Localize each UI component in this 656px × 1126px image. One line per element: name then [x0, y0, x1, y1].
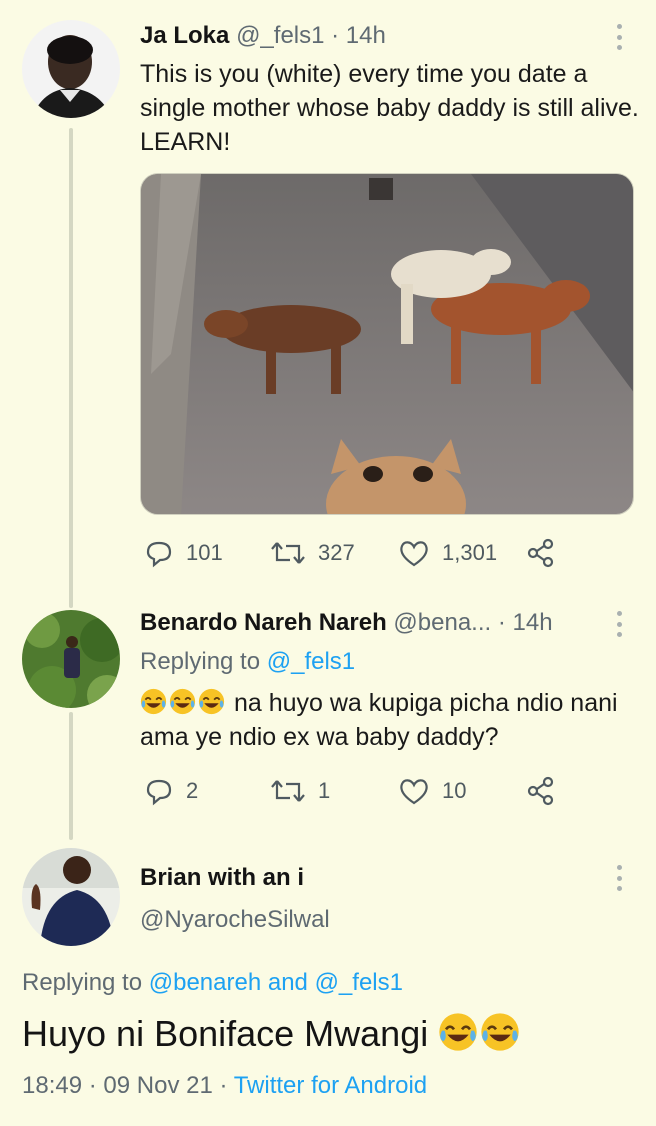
author-handle[interactable]: @NyarocheSilwal — [140, 906, 330, 933]
author-name[interactable]: Brian with an i — [140, 864, 304, 891]
more-icon[interactable] — [614, 865, 624, 891]
share-button[interactable] — [526, 776, 556, 806]
separator: · — [219, 1072, 228, 1099]
reply-button[interactable]: 2 — [144, 776, 198, 806]
avatar[interactable] — [22, 610, 120, 708]
author-handle[interactable]: @bena... — [393, 609, 491, 636]
share-icon — [527, 538, 554, 568]
tears-of-joy-emoji — [198, 688, 225, 715]
thread-line — [69, 128, 73, 608]
timestamp[interactable]: · 14h — [331, 22, 386, 49]
mention-link[interactable]: @benareh and @_fels1 — [149, 969, 403, 996]
avatar[interactable] — [22, 20, 120, 118]
retweet-button[interactable]: 327 — [270, 538, 355, 568]
author-name[interactable]: Ja Loka — [140, 22, 229, 49]
tweet-text: na huyo wa kupiga picha ndio nani ama ye… — [140, 686, 640, 754]
tweet-text: This is you (white) every time you date … — [140, 60, 639, 156]
reply-button[interactable]: 101 — [144, 538, 223, 568]
reply-count: 2 — [186, 778, 199, 803]
tweet-header: @NyarocheSilwal — [140, 906, 330, 934]
mention-link[interactable]: @_fels1 — [267, 648, 355, 675]
tweet-date: 09 Nov 21 — [103, 1072, 213, 1099]
tweet-header: Benardo Nareh Nareh @bena... · 14h — [140, 609, 553, 637]
reply-icon — [146, 541, 172, 568]
tweet-meta: 18:49 · 09 Nov 21 · Twitter for Android — [22, 1072, 427, 1100]
tweet-header: Ja Loka @_fels1 · 14h — [140, 22, 386, 50]
author-handle[interactable]: @_fels1 — [236, 22, 324, 49]
retweet-count: 1 — [318, 778, 331, 803]
tears-of-joy-emoji — [439, 1013, 477, 1051]
like-button[interactable]: 1,301 — [398, 538, 497, 568]
timestamp[interactable]: · 14h — [498, 609, 553, 636]
like-icon — [400, 541, 428, 567]
tweet-time: 18:49 — [22, 1072, 83, 1099]
thread-line — [69, 712, 73, 840]
tears-of-joy-emoji — [140, 688, 167, 715]
avatar[interactable] — [22, 848, 120, 946]
like-count: 10 — [442, 778, 467, 803]
replying-to: Replying to @_fels1 — [140, 648, 355, 676]
tears-of-joy-emoji — [169, 688, 196, 715]
replying-prefix: Replying to — [22, 969, 143, 996]
author-name[interactable]: Benardo Nareh Nareh — [140, 609, 387, 636]
tweet-body: Huyo ni Boniface Mwangi — [22, 1013, 429, 1054]
share-icon — [527, 776, 554, 806]
like-count: 1,301 — [442, 540, 498, 565]
tweet-source[interactable]: Twitter for Android — [234, 1072, 427, 1099]
tears-of-joy-emoji — [481, 1013, 519, 1051]
like-button[interactable]: 10 — [398, 776, 466, 806]
separator: · — [88, 1072, 97, 1099]
retweet-count: 327 — [318, 540, 355, 565]
tweet-header: Brian with an i — [140, 864, 304, 892]
retweet-icon — [271, 542, 305, 564]
tweet-image[interactable] — [140, 173, 634, 515]
retweet-icon — [271, 780, 305, 802]
more-icon[interactable] — [614, 611, 624, 637]
tweet-text: Huyo ni Boniface Mwangi — [22, 1012, 522, 1055]
retweet-button[interactable]: 1 — [270, 776, 330, 806]
replying-to: Replying to @benareh and @_fels1 — [22, 969, 403, 997]
like-icon — [400, 779, 428, 805]
reply-count: 101 — [186, 540, 223, 565]
share-button[interactable] — [526, 538, 556, 568]
reply-icon — [146, 779, 172, 806]
replying-prefix: Replying to — [140, 648, 261, 675]
more-icon[interactable] — [614, 24, 624, 50]
